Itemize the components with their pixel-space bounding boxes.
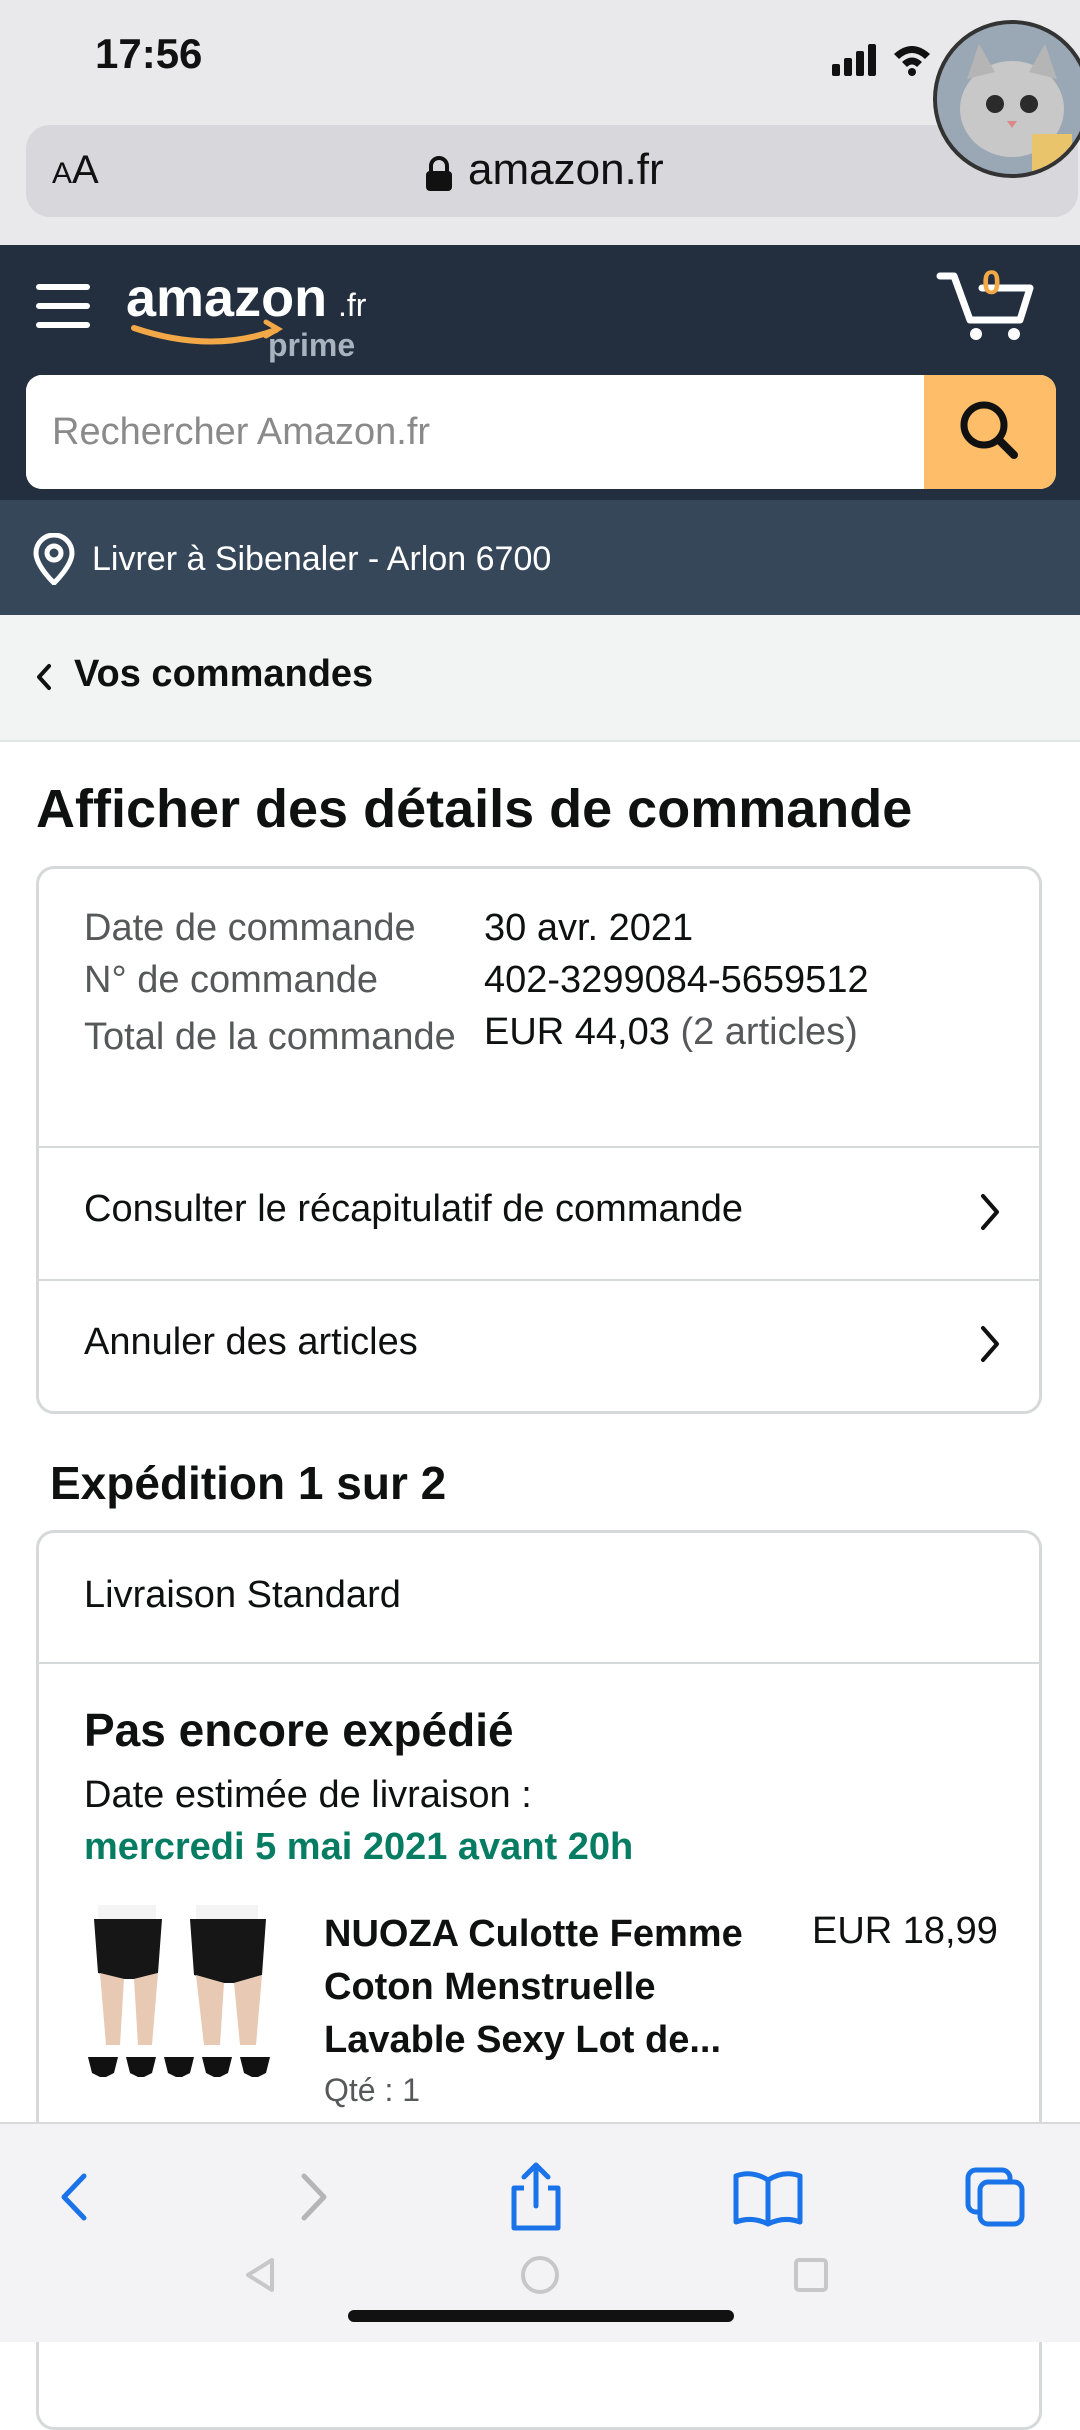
cart-count: 0 xyxy=(982,264,1001,302)
breadcrumb-label[interactable]: Vos commandes xyxy=(74,653,373,696)
cancel-items-link[interactable]: Annuler des articles xyxy=(84,1321,418,1364)
divider xyxy=(39,1662,1039,1664)
order-summary-link[interactable]: Consulter le récapitulatif de commande xyxy=(84,1188,743,1231)
shipping-method: Livraison Standard xyxy=(84,1574,401,1616)
amazon-logo[interactable]: amazon .fr prime xyxy=(126,266,386,371)
order-total-amount: EUR 44,03 xyxy=(484,1011,670,1053)
text-size-button[interactable]: AA xyxy=(52,148,99,193)
search-input[interactable] xyxy=(26,375,924,489)
logo-text: amazon xyxy=(126,268,327,328)
search-icon xyxy=(960,401,1018,459)
product-image[interactable] xyxy=(84,1905,280,2091)
avatar xyxy=(933,20,1080,178)
bookmarks-icon[interactable] xyxy=(728,2162,808,2232)
order-number-value: 402-3299084-5659512 xyxy=(484,959,869,1001)
signal-wifi-icon xyxy=(832,44,930,76)
page-title: Afficher des détails de commande xyxy=(36,779,913,839)
chevron-right-icon xyxy=(978,1324,1002,1369)
url-domain[interactable]: amazon.fr xyxy=(468,145,664,195)
share-icon[interactable] xyxy=(496,2162,576,2232)
product-price: EUR 18,99 xyxy=(812,1910,998,1952)
order-date-value: 30 avr. 2021 xyxy=(484,907,694,949)
home-indicator[interactable] xyxy=(348,2310,734,2322)
lock-icon xyxy=(424,156,454,197)
back-icon[interactable] xyxy=(38,2162,118,2232)
order-number-label: N° de commande xyxy=(84,959,378,1001)
chevron-left-icon xyxy=(34,662,54,697)
system-navigation xyxy=(0,2240,1080,2340)
order-total-value: EUR 44,03 (2 articles) xyxy=(484,1011,858,1054)
delivery-estimate-label: Date estimée de livraison : xyxy=(84,1774,532,1816)
order-total-label: Total de la commande xyxy=(84,1016,456,1058)
product-quantity: Qté : 1 xyxy=(324,2072,421,2108)
search-button[interactable] xyxy=(924,375,1056,489)
delivery-estimate-date: mercredi 5 mai 2021 avant 20h xyxy=(84,1826,634,1868)
status-time: 17:56 xyxy=(95,30,203,77)
shipment-heading: Expédition 1 sur 2 xyxy=(50,1457,447,1509)
order-total-items: (2 articles) xyxy=(680,1011,858,1053)
forward-icon[interactable] xyxy=(270,2162,350,2232)
nav-recents-icon xyxy=(794,2258,828,2292)
product-title-link[interactable]: NUOZA Culotte Femme Coton Menstruelle La… xyxy=(324,1908,784,2067)
logo-prime: prime xyxy=(268,327,355,363)
shipment-status: Pas encore expédié xyxy=(84,1704,514,1756)
tabs-icon[interactable] xyxy=(956,2162,1036,2232)
status-icons xyxy=(832,40,942,85)
delivery-location-text: Livrer à Sibenaler - Arlon 6700 xyxy=(92,540,552,578)
nav-back-icon xyxy=(246,2258,274,2292)
menu-icon[interactable] xyxy=(36,282,90,335)
order-date-label: Date de commande xyxy=(84,907,416,949)
search-bar xyxy=(26,375,1056,489)
logo-tld: .fr xyxy=(338,287,367,323)
chevron-right-icon xyxy=(978,1192,1002,1237)
nav-home-icon xyxy=(521,2256,559,2294)
location-pin-icon xyxy=(32,532,76,590)
